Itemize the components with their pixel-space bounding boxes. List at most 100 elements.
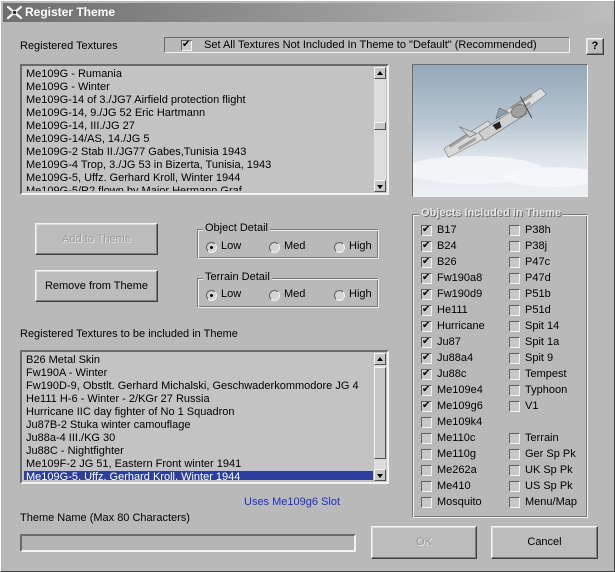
add-to-theme-button[interactable]: Add to Theme [35,223,158,255]
object-checkbox-p38j[interactable] [509,241,520,252]
list-item[interactable]: Me109G-14, III./JG 27 [24,120,373,133]
list-item[interactable]: Me109G-2 Stab II./JG77 Gabes,Tunisia 194… [24,146,373,159]
list-item[interactable]: Fw190A - Winter [24,367,373,380]
scroll-thumb[interactable] [374,122,386,130]
help-button[interactable]: ? [586,38,604,55]
object-checkbox-me110c[interactable] [421,433,432,444]
object-checkbox-me109e4[interactable] [421,383,432,397]
object-checkbox-spit-1a[interactable] [509,337,520,348]
object-checkbox-ju88a4[interactable] [421,351,432,365]
title-bar[interactable]: Register Theme [3,3,612,22]
object-label: Spit 9 [525,352,554,364]
object-checkbox-b17[interactable] [421,223,432,237]
object-label: Typhoon [525,384,568,396]
list-item[interactable]: Ju87B-2 Stuka winter camouflage [24,419,373,432]
list-item[interactable]: Me109G - Winter [24,81,373,94]
list-item[interactable]: Me109F-2 JG 51, Eastern Front winter 194… [24,458,373,471]
object-label: P51d [525,304,551,316]
included-textures-items: B26 Metal Skin Fw190A - Winter Fw190D-9, O… [24,354,373,480]
terrain-detail-radio-high[interactable] [334,290,345,301]
object-checkbox-menu-map[interactable] [509,497,520,508]
ok-label: OK [416,536,432,548]
object-checkbox-fw190a8[interactable] [421,271,432,285]
object-detail-option-label: Low [221,240,242,252]
object-label: Spit 14 [525,320,560,332]
list-item[interactable]: Hurricane IIC day fighter of No 1 Squadr… [24,406,373,419]
terrain-detail-radio-med[interactable] [269,290,280,301]
object-checkbox-me262a[interactable] [421,465,432,476]
list-item[interactable]: Me109G-14/AS, 14./JG 5 [24,133,373,146]
included-scrollbar[interactable] [374,353,386,481]
object-detail-radio-low[interactable] [206,242,217,253]
object-checkbox-us-sp-pk[interactable] [509,481,520,492]
list-item[interactable]: Me109G - Rumania [24,68,373,81]
terrain-detail-radio-low[interactable] [206,290,217,301]
object-checkbox-me110g[interactable] [421,449,432,460]
object-checkbox-b26[interactable] [421,255,432,269]
remove-from-theme-button[interactable]: Remove from Theme [35,270,158,302]
object-checkbox-ju88c[interactable] [421,367,432,381]
object-checkbox-uk-sp-pk[interactable] [509,465,520,476]
object-checkbox-p47d[interactable] [509,273,520,284]
scroll-up-button[interactable] [374,353,386,365]
list-item[interactable]: Me109G-5/R2 flown by Major Hermann Graf [24,185,373,191]
object-checkbox-v1[interactable] [509,401,520,412]
list-item[interactable]: Me109G-14, 9./JG 52 Eric Hartmann [24,107,373,120]
register-theme-window: Register Theme Registered Textures Set A… [0,0,615,572]
scroll-up-button[interactable] [374,67,386,79]
terrain-detail-option-label: Med [284,288,306,300]
object-label: Ju88a4 [437,352,474,364]
scroll-down-button[interactable] [374,180,386,192]
object-label: B26 [437,256,457,268]
registered-textures-list[interactable]: Me109G - Rumania Me109G - Winter Me109G-14… [20,64,389,195]
object-checkbox-ju87[interactable] [421,335,432,349]
object-checkbox-terrain[interactable] [509,433,520,444]
object-checkbox-hurricane[interactable] [421,319,432,333]
aircraft-preview-graphic [413,65,587,196]
list-item[interactable]: Me109G-5, Uffz. Gerhard Kroll, Winter 19… [24,172,373,185]
object-checkbox-me410[interactable] [421,481,432,492]
included-textures-label: Registered Textures to be included in Th… [20,328,238,340]
object-label: Tempest [525,368,567,380]
scroll-down-button[interactable] [374,469,386,481]
cancel-button[interactable]: Cancel [491,526,598,559]
object-label: He111 [437,304,468,316]
object-checkbox-fw190d9[interactable] [421,287,432,301]
object-checkbox-p38h[interactable] [509,225,520,236]
object-checkbox-typhoon[interactable] [509,385,520,396]
object-checkbox-me109k4[interactable] [421,417,432,428]
object-checkbox-p51b[interactable] [509,289,520,300]
object-checkbox-b24[interactable] [421,239,432,253]
registered-scrollbar[interactable] [374,67,386,192]
list-item[interactable]: Me109G-4 Trop, 3./JG 53 in Bizerta, Tuni… [24,159,373,172]
object-detail-radio-high[interactable] [334,242,345,253]
set-default-checkbox[interactable] [181,38,192,52]
list-item[interactable]: B26 Metal Skin [24,354,373,367]
object-checkbox-p47c[interactable] [509,257,520,268]
add-to-theme-label: Add to Theme [62,233,131,245]
list-item[interactable]: Ju88C - Nightfighter [24,445,373,458]
object-checkbox-me109g6[interactable] [421,399,432,413]
included-textures-list[interactable]: B26 Metal Skin Fw190A - Winter Fw190D-9, O… [20,350,389,484]
list-item[interactable]: He111 H-6 - Winter - 2/KGr 27 Russia [24,393,373,406]
object-label: Me110g [437,448,476,460]
object-checkbox-he111[interactable] [421,303,432,317]
object-detail-radio-med[interactable] [269,242,280,253]
list-item[interactable]: Me109G-14 of 3./JG7 Airfield protection … [24,94,373,107]
scroll-thumb[interactable] [374,367,386,459]
object-label: UK Sp Pk [525,464,573,476]
object-label: Mosquito [437,496,482,508]
object-checkbox-ger-sp-pk[interactable] [509,449,520,460]
list-item[interactable]: Me109G-5, Uffz. Gerhard Kroll, Winter 19… [24,471,373,480]
object-label: Ger Sp Pk [525,448,576,460]
object-checkbox-mosquito[interactable] [421,497,432,508]
list-item[interactable]: Ju88a-4 III./KG 30 [24,432,373,445]
object-checkbox-tempest[interactable] [509,369,520,380]
theme-name-input[interactable] [20,534,356,552]
object-checkbox-spit-9[interactable] [509,353,520,364]
object-checkbox-spit-14[interactable] [509,321,520,332]
list-item[interactable]: Fw190D-9, Obstlt. Gerhard Michalski, Ges… [24,380,373,393]
ok-button[interactable]: OK [371,526,477,559]
object-checkbox-p51d[interactable] [509,305,520,316]
terrain-detail-legend: Terrain Detail [203,271,272,283]
